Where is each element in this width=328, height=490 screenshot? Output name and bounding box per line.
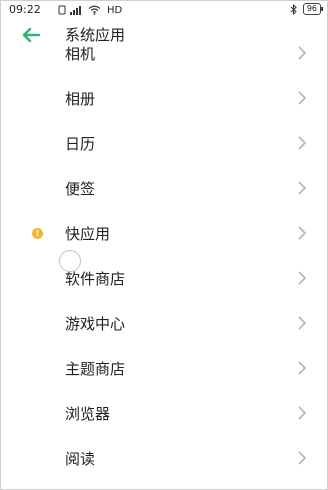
screen: 09:22 HD 96 系统应用 相机 相册 日历 便签 ! 快应用 软件商店 … [0, 0, 328, 490]
bluetooth-icon [290, 3, 297, 15]
list-item-camera[interactable]: 相机 [1, 31, 327, 76]
network-type-label: HD [107, 4, 123, 16]
list-item-gallery[interactable]: 相册 [1, 76, 327, 121]
list-item-label: 游戏中心 [65, 315, 126, 333]
chevron-right-icon [298, 181, 307, 195]
battery-icon: 96 [302, 3, 324, 15]
chevron-right-icon [298, 226, 307, 240]
status-bar: 09:22 HD 96 [1, 1, 327, 19]
status-icons-left: HD [58, 4, 122, 16]
list-item-label: 浏览器 [65, 405, 111, 423]
chevron-right-icon [298, 46, 307, 60]
chevron-right-icon [298, 451, 307, 465]
list-item-calendar[interactable]: 日历 [1, 121, 327, 166]
status-icons-right: 96 [290, 3, 324, 15]
list-item-quick-app[interactable]: ! 快应用 [1, 211, 327, 256]
list-item-theme-store[interactable]: 主题商店 [1, 346, 327, 391]
list-item-label: 便签 [65, 180, 96, 198]
status-time: 09:22 [9, 3, 41, 16]
battery-level: 96 [306, 4, 317, 13]
wifi-icon [88, 5, 101, 15]
list-item-reading[interactable]: 阅读 [1, 436, 327, 481]
chevron-right-icon [298, 361, 307, 375]
signal-icon [70, 6, 81, 15]
list-item-label: 阅读 [65, 450, 96, 468]
touch-indicator [59, 250, 81, 272]
chevron-right-icon [298, 271, 307, 285]
update-badge-icon: ! [32, 228, 43, 239]
chevron-right-icon [298, 136, 307, 150]
list-item-label: 相机 [65, 45, 96, 63]
list-item-label: 日历 [65, 135, 96, 153]
list-item-label: 主题商店 [65, 360, 126, 378]
list-item-label: 快应用 [65, 225, 111, 243]
list-item-label: 相册 [65, 90, 96, 108]
list-item-notes[interactable]: 便签 [1, 166, 327, 211]
notification-icon [58, 5, 66, 15]
list-item-game-center[interactable]: 游戏中心 [1, 301, 327, 346]
chevron-right-icon [298, 91, 307, 105]
chevron-right-icon [298, 406, 307, 420]
list-item-app-store[interactable]: 软件商店 [1, 256, 327, 301]
list-item-browser[interactable]: 浏览器 [1, 391, 327, 436]
chevron-right-icon [298, 316, 307, 330]
